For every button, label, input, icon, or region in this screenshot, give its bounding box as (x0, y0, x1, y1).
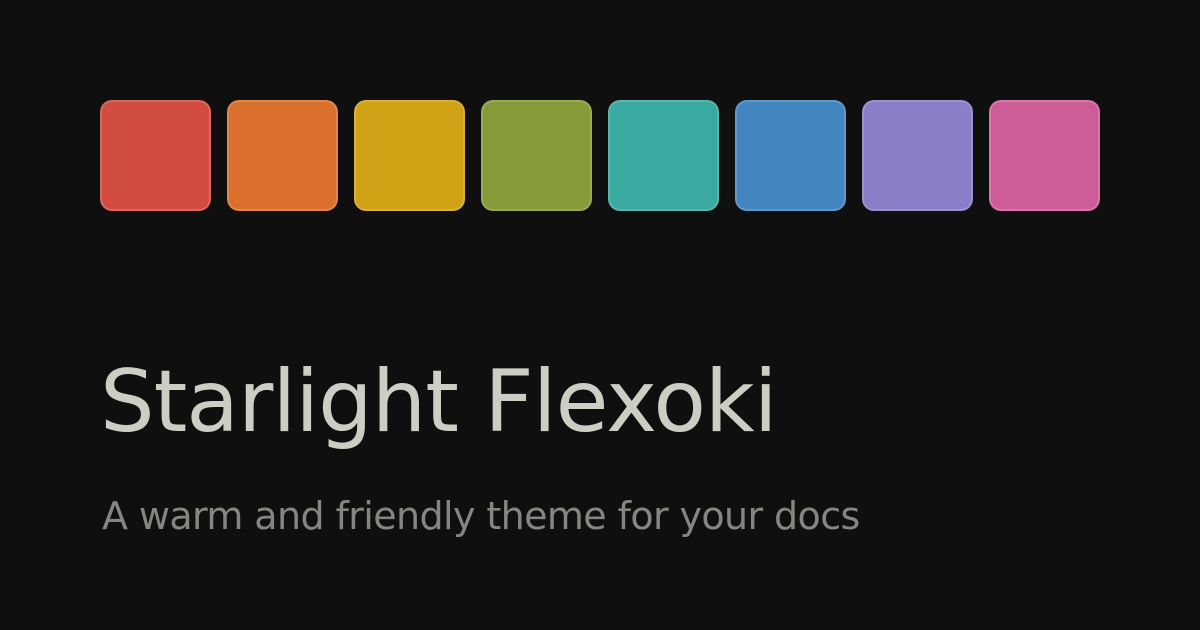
swatch-magenta (989, 100, 1100, 211)
swatch-yellow (354, 100, 465, 211)
color-swatch-row (100, 100, 1100, 211)
swatch-purple (862, 100, 973, 211)
swatch-red (100, 100, 211, 211)
swatch-cyan (608, 100, 719, 211)
swatch-blue (735, 100, 846, 211)
page-title: Starlight Flexoki (100, 352, 778, 452)
swatch-orange (227, 100, 338, 211)
swatch-green (481, 100, 592, 211)
page-subtitle: A warm and friendly theme for your docs (102, 494, 860, 538)
